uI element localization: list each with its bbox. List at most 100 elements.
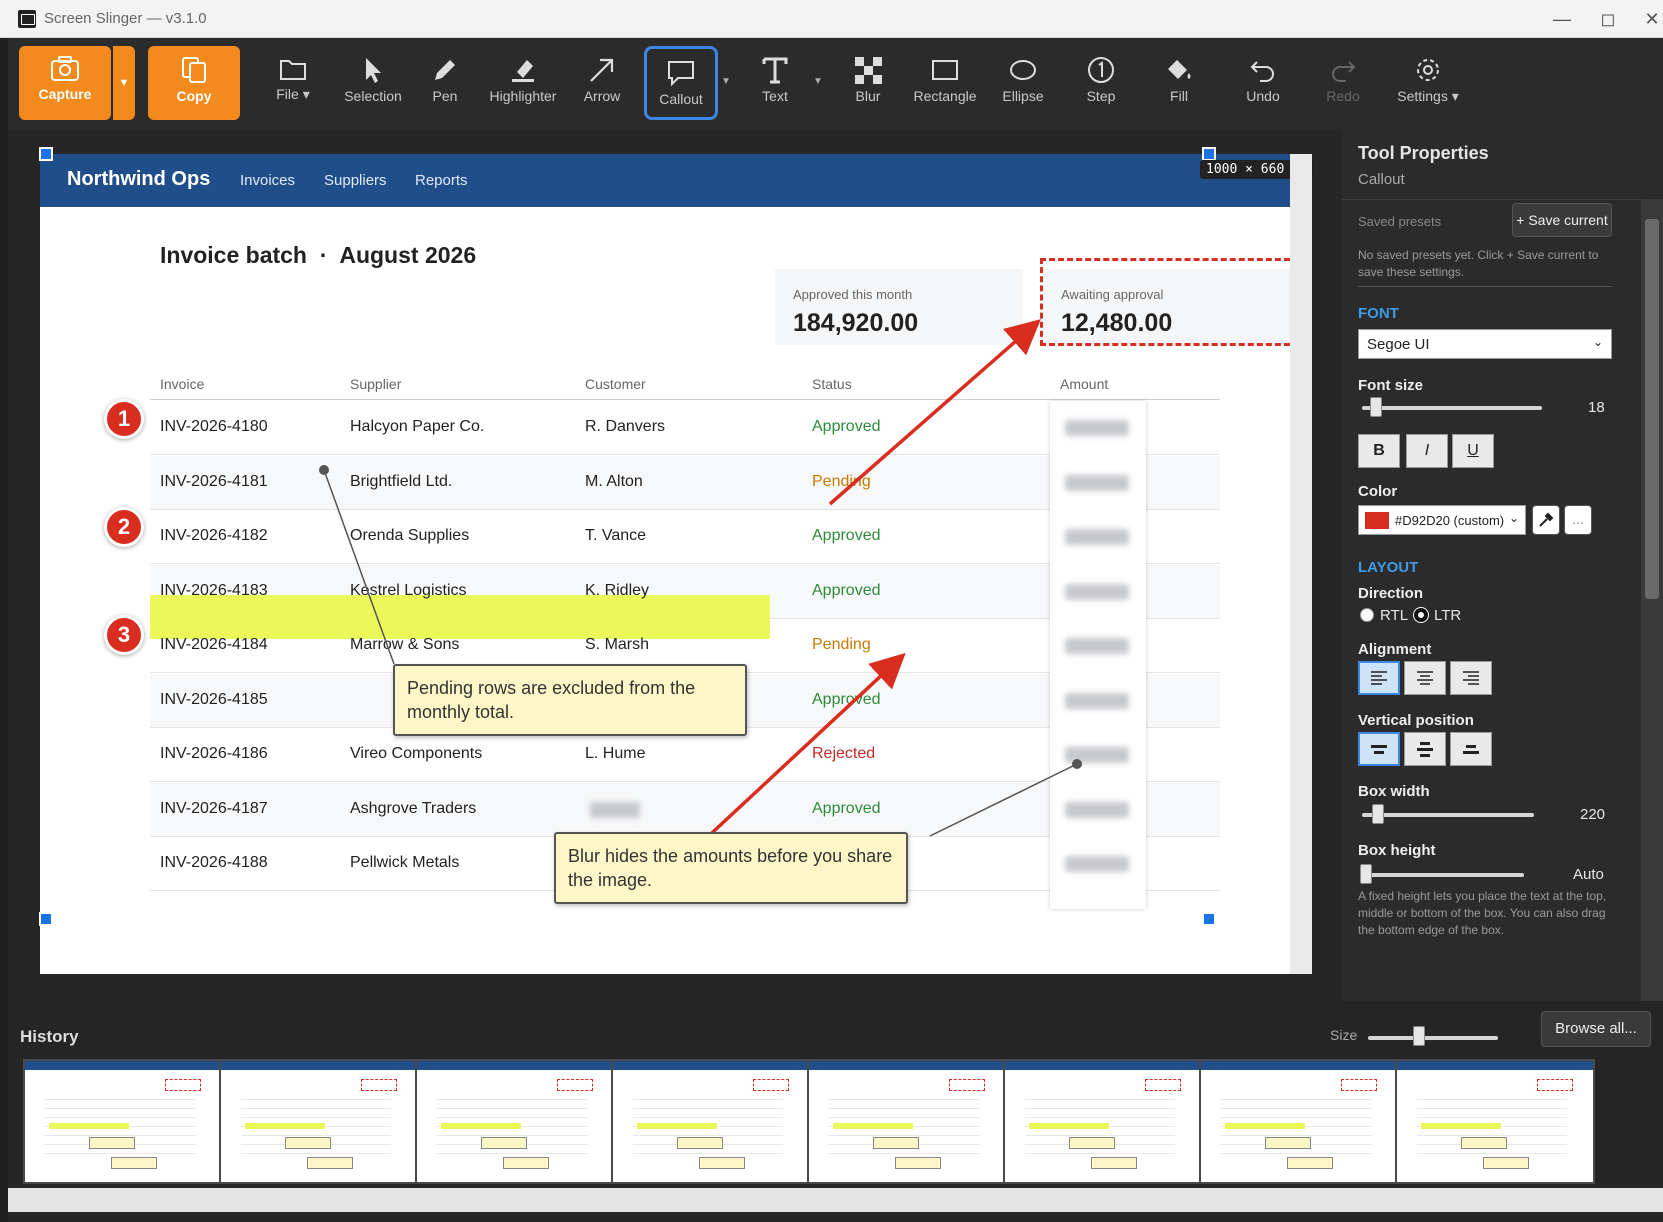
thumbnail-navbar (613, 1061, 809, 1070)
maximize-button[interactable]: ◻ (1586, 6, 1630, 32)
red-arrow-to-awaiting[interactable] (828, 319, 1041, 506)
browse-all-button[interactable]: Browse all... (1541, 1011, 1651, 1047)
vertical-middle-button[interactable] (1404, 732, 1446, 766)
callout-pending-note[interactable]: Pending rows are excluded from the month… (393, 664, 747, 736)
annotated-image[interactable]: Northwind Ops Invoices Suppliers Reports… (40, 154, 1290, 974)
callout-dropdown[interactable]: ▼ (721, 76, 731, 87)
capture-button[interactable]: Capture (19, 46, 111, 120)
history-thumbnail[interactable] (1199, 1059, 1399, 1184)
settings-button[interactable]: Settings ▾ (1388, 46, 1468, 120)
vertical-bottom-button[interactable] (1450, 732, 1492, 766)
more-colors-button[interactable]: ... (1564, 505, 1592, 535)
italic-button[interactable]: I (1406, 434, 1448, 468)
thumbnail-callout (307, 1157, 353, 1169)
align-left-button[interactable] (1358, 661, 1400, 695)
pen-tool[interactable]: Pen (420, 46, 470, 120)
resize-handle-bottom-left[interactable] (39, 912, 53, 926)
presets-divider (1358, 286, 1612, 287)
callout-blur-note[interactable]: Blur hides the amounts before you share … (554, 832, 908, 904)
history-thumbnail[interactable] (1395, 1059, 1595, 1184)
thumbnail-callout (1483, 1157, 1529, 1169)
fill-label: Fill (1170, 88, 1188, 104)
resize-handle-bottom-right[interactable] (1202, 912, 1216, 926)
eyedropper-button[interactable] (1532, 505, 1560, 535)
step-tool[interactable]: Step (1078, 46, 1124, 120)
step-marker-3[interactable]: 3 (104, 615, 144, 655)
vertical-top-button[interactable] (1358, 732, 1400, 766)
history-scrollbar[interactable] (8, 1188, 1663, 1212)
thumbnail-callout (1265, 1137, 1311, 1149)
align-center-button[interactable] (1404, 661, 1446, 695)
resize-handle-top-right[interactable] (1202, 147, 1216, 161)
step-marker-2[interactable]: 2 (104, 507, 144, 547)
paint-bucket-icon (1168, 60, 1191, 79)
redo-button[interactable]: Redo (1318, 46, 1368, 120)
rectangle-tool[interactable]: Rectangle (908, 46, 982, 120)
folder-icon (280, 60, 306, 80)
fill-tool[interactable]: Fill (1156, 46, 1202, 120)
vertical-top-icon (1371, 745, 1387, 754)
save-preset-button[interactable]: + Save current (1512, 203, 1612, 237)
history-thumbnail[interactable] (1003, 1059, 1203, 1184)
thumbnail-navbar (809, 1061, 1005, 1070)
undo-button[interactable]: Undo (1238, 46, 1288, 120)
color-label: Color (1358, 483, 1398, 500)
capture-dropdown[interactable]: ▼ (113, 46, 135, 120)
thumbnail-size-slider-thumb[interactable] (1413, 1026, 1425, 1046)
text-tool[interactable]: Text (753, 46, 797, 120)
selection-tool[interactable]: Selection (338, 46, 408, 120)
color-select[interactable]: #D92D20 (custom) ⌄ (1358, 505, 1526, 535)
color-value: #D92D20 (custom) (1395, 513, 1505, 528)
vertical-bottom-icon (1463, 745, 1479, 754)
thumbnail-size-slider[interactable] (1368, 1036, 1498, 1040)
thumbnail-callout (873, 1137, 919, 1149)
copy-icon (182, 57, 206, 83)
close-button[interactable]: ✕ (1630, 6, 1663, 32)
bold-button[interactable]: B (1358, 434, 1400, 468)
box-height-slider[interactable] (1362, 873, 1524, 877)
callout-tool[interactable]: Callout (644, 46, 718, 120)
ellipse-tool[interactable]: Ellipse (996, 46, 1050, 120)
step-marker-1[interactable]: 1 (104, 399, 144, 439)
box-height-slider-thumb[interactable] (1360, 864, 1372, 884)
arrow-tool[interactable]: Arrow (576, 46, 628, 120)
ltr-radio[interactable] (1414, 608, 1428, 622)
box-width-slider-thumb[interactable] (1372, 804, 1384, 824)
minimize-button[interactable]: — (1540, 6, 1584, 32)
thumbnail-callout (111, 1157, 157, 1169)
panel-scrollbar-thumb[interactable] (1645, 219, 1659, 599)
font-family-select[interactable]: Segoe UI ⌄ (1358, 329, 1612, 359)
file-button[interactable]: File ▾ (263, 46, 323, 120)
history-thumbnail[interactable] (415, 1059, 615, 1184)
box-width-value: 220 (1580, 806, 1606, 823)
callout-anchor-1[interactable] (319, 465, 329, 475)
callout-pointer-1 (323, 469, 395, 665)
history-thumbnail[interactable] (219, 1059, 419, 1184)
font-size-slider-thumb[interactable] (1370, 397, 1382, 417)
thumbnail-highlight (637, 1123, 717, 1129)
align-right-icon (1463, 671, 1479, 685)
rtl-radio[interactable] (1360, 608, 1374, 622)
thumbnail-navbar (221, 1061, 417, 1070)
blur-tool[interactable]: Blur (846, 46, 890, 120)
thumbnail-callout (1069, 1137, 1115, 1149)
history-thumbnail[interactable] (23, 1059, 223, 1184)
step-label: Step (1086, 88, 1116, 104)
box-width-label: Box width (1358, 783, 1430, 800)
font-size-slider[interactable] (1362, 406, 1542, 410)
history-thumbnail[interactable] (807, 1059, 1007, 1184)
blur-label: Blur (855, 88, 881, 104)
pen-icon (435, 60, 455, 80)
box-width-slider[interactable] (1362, 813, 1534, 817)
highlighter-tool[interactable]: Highlighter (486, 46, 560, 120)
text-dropdown[interactable]: ▼ (813, 76, 823, 87)
callout-anchor-2[interactable] (1072, 759, 1082, 769)
copy-button[interactable]: Copy (148, 46, 240, 120)
align-right-button[interactable] (1450, 661, 1492, 695)
canvas-vertical-scrollbar[interactable] (1290, 154, 1312, 974)
history-thumbnail[interactable] (611, 1059, 811, 1184)
panel-scrollbar[interactable] (1641, 199, 1663, 1001)
resize-handle-top-left[interactable] (39, 147, 53, 161)
thumbnail-navbar (1005, 1061, 1201, 1070)
underline-button[interactable]: U (1452, 434, 1494, 468)
